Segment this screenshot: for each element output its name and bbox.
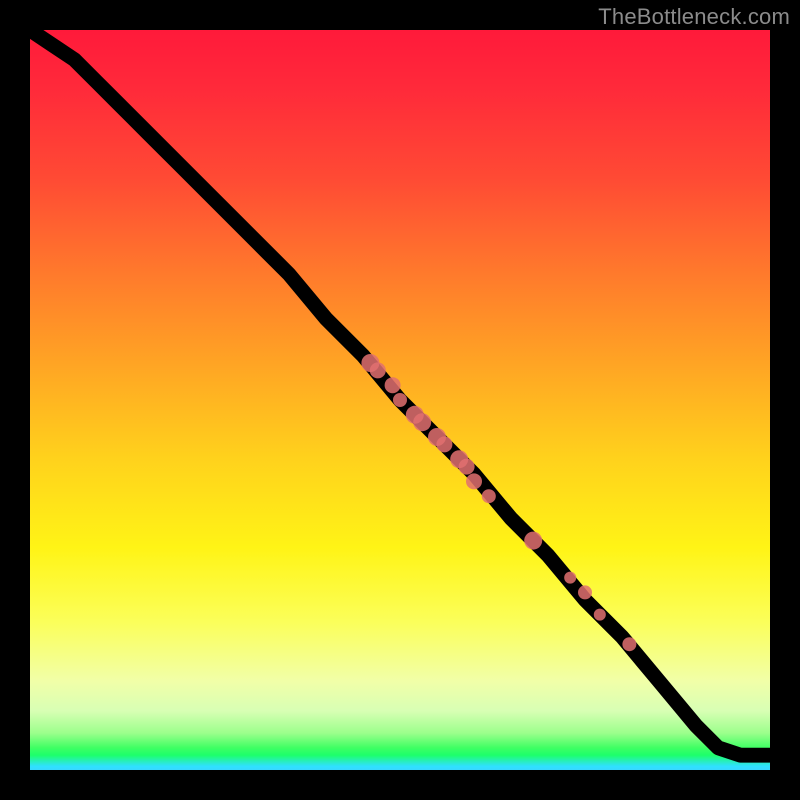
data-marker bbox=[466, 473, 482, 489]
watermark-text: TheBottleneck.com bbox=[598, 4, 790, 30]
data-marker bbox=[385, 377, 401, 393]
data-marker bbox=[482, 489, 496, 503]
data-marker bbox=[622, 637, 636, 651]
main-curve bbox=[30, 30, 770, 755]
data-marker bbox=[393, 393, 407, 407]
chart-frame: TheBottleneck.com bbox=[0, 0, 800, 800]
data-marker bbox=[524, 532, 542, 550]
chart-svg bbox=[30, 30, 770, 770]
data-marker bbox=[459, 459, 475, 475]
plot-area bbox=[30, 30, 770, 770]
data-marker bbox=[370, 362, 386, 378]
data-marker bbox=[436, 436, 452, 452]
data-marker bbox=[578, 585, 592, 599]
data-marker bbox=[413, 413, 431, 431]
data-marker bbox=[594, 609, 606, 621]
data-marker bbox=[564, 572, 576, 584]
